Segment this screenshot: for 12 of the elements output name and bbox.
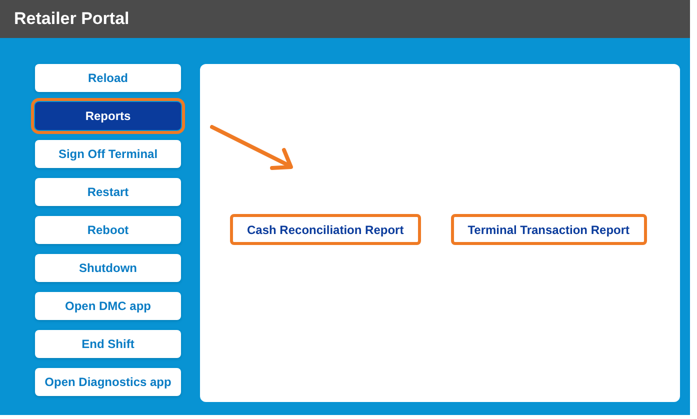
report-button[interactable]: Terminal Transaction Report — [450, 214, 647, 245]
sidebar-button[interactable]: Shutdown — [35, 254, 181, 282]
sidebar-button[interactable]: Reload — [35, 64, 181, 92]
report-button[interactable]: Cash Reconciliation Report — [230, 214, 421, 245]
sidebar-button[interactable]: Restart — [35, 178, 181, 206]
sidebar-button[interactable]: Open DMC app — [35, 292, 181, 320]
sidebar-button[interactable]: Sign Off Terminal — [35, 140, 181, 168]
sidebar-button[interactable]: Reports — [35, 102, 181, 130]
window-title: Retailer Portal — [14, 8, 130, 30]
sidebar-button[interactable]: End Shift — [35, 330, 181, 358]
sidebar-button[interactable]: Open Diagnostics app — [35, 368, 181, 396]
sidebar-button[interactable]: Reboot — [35, 216, 181, 244]
